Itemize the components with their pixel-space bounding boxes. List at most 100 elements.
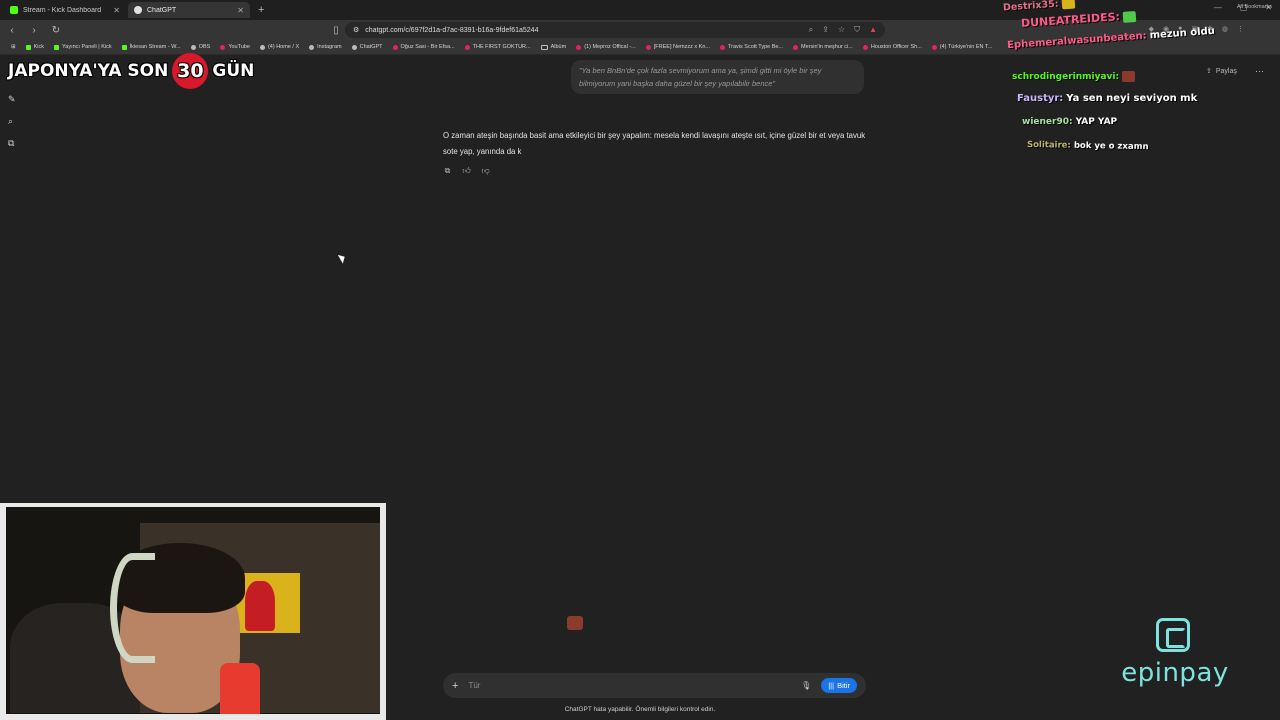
bookmark-item[interactable]: Mersin'in meşhur ci... bbox=[788, 44, 858, 50]
chatgpt-icon bbox=[134, 6, 142, 14]
youtube-icon bbox=[220, 44, 226, 50]
youtube-icon bbox=[464, 44, 470, 50]
bookmark-item[interactable]: [FREE] Nemzzz x Kn... bbox=[641, 44, 715, 50]
message-actions: ⧉ 👍︎ 👎︎ bbox=[443, 166, 490, 176]
chat-username: Ephemeralwasunbeaten: bbox=[1006, 30, 1148, 52]
chat-username: Faustyr: bbox=[1017, 93, 1064, 104]
copy-icon[interactable]: ⧉ bbox=[443, 166, 452, 176]
microphone-icon[interactable]: 🎙︎ bbox=[801, 681, 811, 690]
shield-icon[interactable]: ⛉ bbox=[854, 25, 860, 35]
bookmark-label: Travis Scott Type Be... bbox=[728, 44, 784, 50]
tab-chatgpt[interactable]: ChatGPT ✕ bbox=[128, 2, 250, 18]
alert-icon[interactable]: ▲ bbox=[869, 25, 877, 35]
bookmark-item[interactable]: ChatGPT bbox=[347, 44, 388, 50]
chat-message: Faustyr: Ya sen neyi seviyon mk bbox=[1017, 93, 1197, 104]
chat-composer[interactable]: + Tür 🎙︎ ||| Bitir bbox=[443, 673, 866, 698]
chat-username: wiener90: bbox=[1022, 117, 1073, 127]
apps-icon[interactable]: ⊞ bbox=[6, 44, 21, 50]
star-icon[interactable]: ☆ bbox=[838, 25, 845, 35]
chat-text: mezun oldu bbox=[1149, 25, 1216, 42]
bookmark-label: (4) Türkiye'nin EN T... bbox=[939, 44, 993, 50]
back-icon[interactable]: ‹ bbox=[6, 25, 18, 36]
bookmark-item[interactable]: (1) Meproz Offical -... bbox=[571, 44, 641, 50]
chat-message: Solitaire: bok ye o zxamn bbox=[1027, 140, 1149, 152]
zoom-icon[interactable]: ⌕ bbox=[809, 25, 813, 35]
chat-message: Destrix35: bbox=[1003, 0, 1075, 13]
youtube-icon bbox=[931, 44, 937, 50]
chat-message: schrodingerinmiyavi: bbox=[1012, 71, 1136, 82]
close-icon[interactable]: ✕ bbox=[113, 6, 120, 15]
search-icon[interactable]: ⌕ bbox=[8, 116, 16, 127]
countdown-overlay: JAPONYA'YA SON 30 GÜN bbox=[8, 53, 254, 89]
bookmark-label: ChatGPT bbox=[359, 44, 383, 50]
chat-message: wiener90: YAP YAP bbox=[1022, 117, 1117, 127]
sponsor-name: epinpay bbox=[1121, 658, 1229, 688]
chat-text: bok ye o zxamn bbox=[1073, 140, 1149, 153]
bookmark-item[interactable]: Kick bbox=[21, 44, 49, 50]
bookmark-item[interactable]: Yayıncı Paneli | Kick bbox=[49, 44, 117, 50]
library-icon[interactable]: ⧉ bbox=[8, 138, 16, 149]
bookmark-item[interactable]: İkiesan Stream - W... bbox=[117, 44, 186, 50]
x-icon bbox=[259, 44, 265, 50]
bookmark-item[interactable]: YouTube bbox=[215, 44, 255, 50]
close-icon[interactable]: ✕ bbox=[237, 6, 244, 15]
countdown-number: 30 bbox=[172, 53, 209, 89]
site-info-icon[interactable]: ⚙ bbox=[353, 26, 359, 34]
instagram-icon bbox=[309, 44, 315, 50]
bookmark-icon[interactable]: ▯ bbox=[330, 25, 342, 36]
bookmark-label: Instagram bbox=[317, 44, 342, 50]
stream-chat-overlay: Destrix35: DUNEATREIDES: Ephemeralwasunbea… bbox=[995, 0, 1280, 160]
bookmark-item[interactable]: Oğuz Sasi - Bir Efsa... bbox=[388, 44, 460, 50]
bookmark-label: Kick bbox=[33, 44, 44, 50]
bookmark-item[interactable]: Travis Scott Type Be... bbox=[715, 44, 788, 50]
chat-text: YAP YAP bbox=[1075, 117, 1118, 127]
bookmark-label: Albüm bbox=[550, 44, 567, 50]
voice-end-label: Bitir bbox=[837, 681, 850, 690]
bookmark-item[interactable]: (4) Türkiye'nin EN T... bbox=[927, 44, 998, 50]
countdown-prefix: JAPONYA'YA SON bbox=[8, 61, 169, 81]
bookmark-item[interactable]: OBS bbox=[186, 44, 216, 50]
bookmark-label: YouTube bbox=[228, 44, 250, 50]
tab-kick-dashboard[interactable]: Stream - Kick Dashboard ✕ bbox=[4, 2, 126, 18]
new-tab-button[interactable]: + bbox=[252, 4, 270, 16]
composer-input[interactable]: Tür bbox=[468, 681, 480, 690]
forward-icon[interactable]: › bbox=[28, 25, 40, 36]
chat-username: Solitaire: bbox=[1026, 139, 1071, 151]
kick-icon bbox=[54, 44, 59, 50]
youtube-icon bbox=[793, 44, 799, 50]
address-bar[interactable]: ⚙ chatgpt.com/c/697f2d1a-d7ac-8391-b16a-… bbox=[345, 22, 885, 38]
bookmark-item[interactable]: (4) Home / X bbox=[255, 44, 304, 50]
bookmark-item[interactable]: THE FIRST GOKTUR... bbox=[460, 44, 536, 50]
youtube-icon bbox=[576, 44, 582, 50]
emote-image bbox=[567, 616, 583, 630]
bookmark-label: OBS bbox=[198, 44, 211, 50]
youtube-icon bbox=[720, 44, 725, 50]
bookmark-label: [FREE] Nemzzz x Kn... bbox=[653, 44, 710, 50]
tab-title: ChatGPT bbox=[147, 6, 177, 14]
thumbs-up-icon[interactable]: 👍︎ bbox=[462, 166, 471, 176]
webcam-feed bbox=[0, 503, 386, 720]
assistant-message: O zaman ateşin başında basit ama etkiley… bbox=[443, 131, 866, 156]
epinpay-logo-icon bbox=[1156, 618, 1190, 652]
bookmark-item[interactable]: Albüm bbox=[536, 44, 572, 50]
new-chat-icon[interactable]: ✎ bbox=[8, 94, 16, 105]
bookmark-item[interactable]: Houston Officer Sh... bbox=[858, 44, 927, 50]
add-attachment-icon[interactable]: + bbox=[452, 680, 458, 692]
chat-username: schrodingerinmiyavi: bbox=[1012, 72, 1120, 82]
bookmark-label: Oğuz Sasi - Bir Efsa... bbox=[400, 44, 455, 50]
bookmark-label: (1) Meproz Offical -... bbox=[584, 44, 636, 50]
share-icon[interactable]: ⇪ bbox=[822, 25, 829, 35]
waveform-icon: ||| bbox=[828, 681, 835, 690]
voice-end-button[interactable]: ||| Bitir bbox=[821, 678, 857, 693]
chat-message: DUNEATREIDES: bbox=[1021, 9, 1137, 30]
chat-username: Destrix35: bbox=[1002, 0, 1059, 14]
webcam-frame bbox=[0, 503, 386, 720]
tab-title: Stream - Kick Dashboard bbox=[23, 6, 102, 14]
emote-icon bbox=[1122, 71, 1136, 82]
bookmark-item[interactable]: Instagram bbox=[304, 44, 346, 50]
sidebar-rail: ✎ ⌕ ⧉ bbox=[8, 94, 16, 149]
kick-icon bbox=[25, 44, 31, 50]
reload-icon[interactable]: ↻ bbox=[50, 25, 62, 36]
chat-username: DUNEATREIDES: bbox=[1020, 10, 1121, 30]
thumbs-down-icon[interactable]: 👎︎ bbox=[481, 166, 490, 176]
